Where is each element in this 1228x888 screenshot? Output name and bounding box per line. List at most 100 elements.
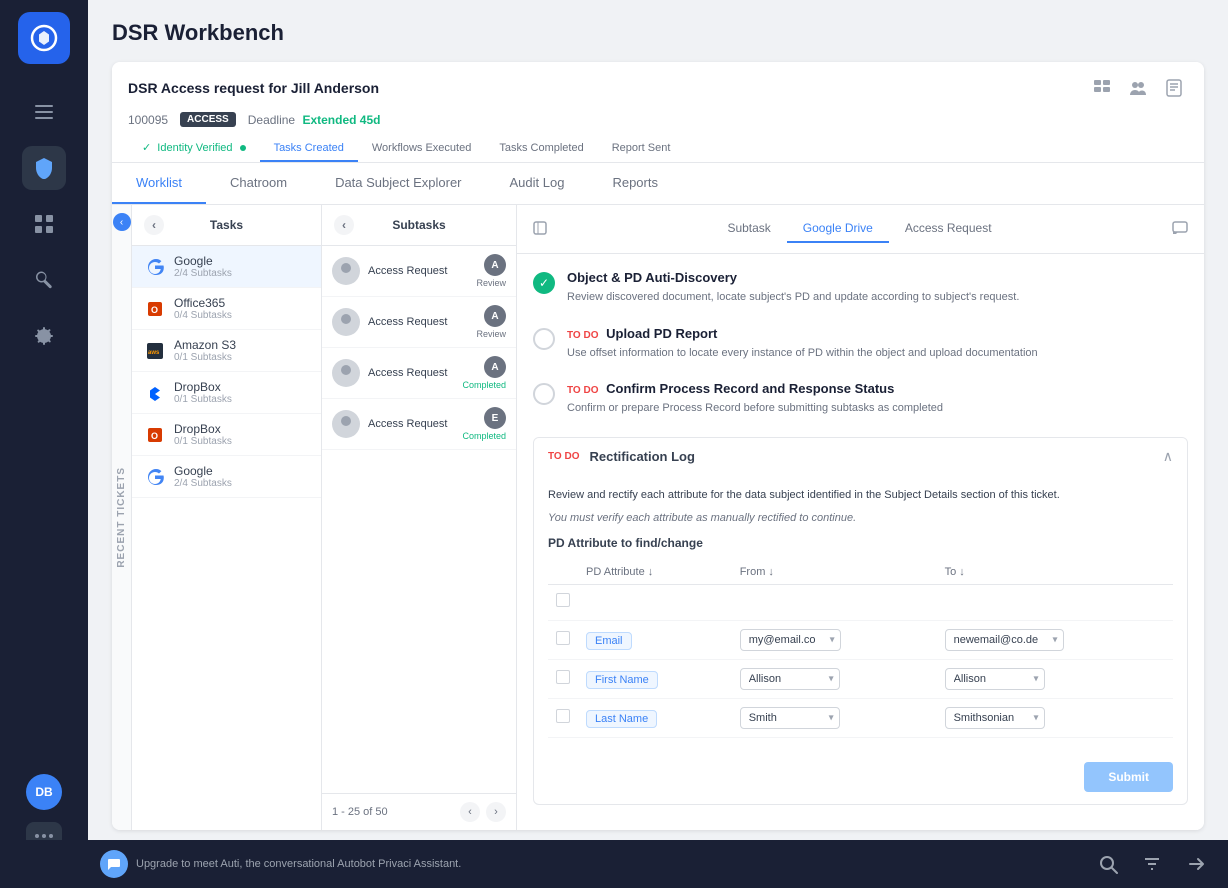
task-title: TO DO Upload PD Report (567, 326, 1188, 341)
from-select[interactable]: Allison (740, 668, 840, 690)
task-item[interactable]: DropBox 0/1 Subtasks (132, 372, 321, 414)
to-select[interactable]: newemail@co.de (945, 629, 1064, 651)
todo-label: TO DO (567, 385, 598, 396)
tab-chatroom[interactable]: Chatroom (206, 163, 311, 204)
upgrade-text: Upgrade to meet Auti, the conversational… (136, 858, 461, 870)
subtask-item[interactable]: Access Request A Review (322, 246, 516, 297)
subtask-info: Access Request (368, 316, 468, 328)
task-logo-office2: O (144, 424, 166, 446)
task-info: Office365 0/4 Subtasks (174, 296, 309, 321)
search-action-btn[interactable] (1092, 848, 1124, 880)
subtask-item[interactable]: Access Request E Completed (322, 399, 516, 450)
detail-header: Subtask Google Drive Access Request (517, 205, 1204, 254)
rect-title: Rectification Log (589, 449, 694, 464)
detail-tab-subtask[interactable]: Subtask (711, 215, 786, 243)
to-select[interactable]: Smithsonian (945, 707, 1045, 729)
task-item[interactable]: O DropBox 0/1 Subtasks (132, 414, 321, 456)
subtask-right: A Review (476, 254, 506, 288)
svg-text:O: O (151, 431, 158, 441)
subtask-right: A Completed (462, 356, 506, 390)
rect-header[interactable]: TO DO Rectification Log ∧ (534, 438, 1187, 475)
submit-button[interactable]: Submit (1084, 762, 1173, 792)
subtask-item[interactable]: Access Request A Completed (322, 348, 516, 399)
tab-audit-log[interactable]: Audit Log (486, 163, 589, 204)
task-info: Google 2/4 Subtasks (174, 254, 309, 279)
task-check-todo (533, 328, 555, 350)
row-checkbox[interactable] (556, 631, 570, 645)
to-select[interactable]: Allison (945, 668, 1045, 690)
collapse-button[interactable]: ‹ (113, 213, 131, 231)
task-logo-dropbox (144, 382, 166, 404)
rect-description: Review and rectify each attribute for th… (548, 487, 1173, 505)
progress-tabs: ✓ Identity Verified Tasks Created Workfl… (128, 135, 1188, 162)
task-item[interactable]: O Office365 0/4 Subtasks (132, 288, 321, 330)
detail-tab-access-request[interactable]: Access Request (889, 215, 1008, 243)
tab-data-subject[interactable]: Data Subject Explorer (311, 163, 485, 204)
task-item[interactable]: aws Amazon S3 0/1 Subtasks (132, 330, 321, 372)
dsr-title: DSR Access request for Jill Anderson (128, 80, 379, 96)
subtask-status: Review (476, 329, 506, 339)
sidebar-item-settings[interactable] (22, 314, 66, 358)
detail-expand (533, 221, 547, 238)
task-logo-office: O (144, 298, 166, 320)
svg-text:aws: aws (148, 350, 160, 356)
comment-icon[interactable] (1172, 221, 1188, 238)
subtask-badge: A (484, 254, 506, 276)
row-checkbox[interactable] (556, 593, 570, 607)
deadline-label: Deadline Extended 45d (248, 113, 381, 127)
task-info: Amazon S3 0/1 Subtasks (174, 338, 309, 363)
task-logo-aws: aws (144, 340, 166, 362)
from-select[interactable]: my@email.co (740, 629, 841, 651)
sidebar-item-grid[interactable] (22, 202, 66, 246)
task-check-done: ✓ (533, 272, 555, 294)
row-checkbox[interactable] (556, 670, 570, 684)
header-icon-user[interactable] (1088, 74, 1116, 102)
tab-worklist[interactable]: Worklist (112, 163, 206, 204)
app-logo (18, 12, 70, 64)
subtasks-nav-back[interactable]: ‹ (334, 215, 354, 235)
tasks-list: Google 2/4 Subtasks O Office365 0/4 Subt… (132, 246, 321, 830)
subtasks-pagination: 1 - 25 of 50 (332, 806, 388, 818)
header-icon-people[interactable] (1124, 74, 1152, 102)
subtasks-prev-btn[interactable]: ‹ (460, 802, 480, 822)
rectification-section: TO DO Rectification Log ∧ Review and rec… (533, 437, 1188, 806)
task-item[interactable]: Google 2/4 Subtasks (132, 246, 321, 288)
header-left: DSR Access request for Jill Anderson (128, 80, 379, 96)
progress-tab-tasks[interactable]: Tasks Created (260, 136, 358, 162)
filter-action-btn[interactable] (1136, 848, 1168, 880)
expand-icon[interactable] (533, 221, 547, 238)
subtask-item[interactable]: Access Request A Review (322, 297, 516, 348)
subtask-badge: A (484, 305, 506, 327)
task-card: TO DO Upload PD Report Use offset inform… (533, 326, 1188, 362)
page-title: DSR Workbench (112, 20, 1204, 46)
progress-tab-workflows[interactable]: Workflows Executed (358, 136, 485, 162)
body-layout: ‹ RECENT TICKETS ‹ Tasks (112, 205, 1204, 830)
task-title: TO DO Confirm Process Record and Respons… (567, 381, 1188, 396)
sidebar-menu-icon[interactable] (22, 90, 66, 134)
rect-todo-label: TO DO (548, 451, 579, 462)
arrow-action-btn[interactable] (1180, 848, 1212, 880)
tab-reports[interactable]: Reports (588, 163, 682, 204)
progress-tab-completed[interactable]: Tasks Completed (485, 136, 597, 162)
recent-tickets-bar[interactable]: ‹ RECENT TICKETS (112, 205, 132, 830)
sidebar-item-shield[interactable] (22, 146, 66, 190)
detail-tab-google-drive[interactable]: Google Drive (787, 215, 889, 243)
bottom-actions (1092, 848, 1212, 880)
from-select[interactable]: Smith (740, 707, 840, 729)
user-avatar[interactable]: DB (26, 774, 62, 810)
rect-collapse-icon[interactable]: ∧ (1163, 448, 1173, 465)
upgrade-message: Upgrade to meet Auti, the conversational… (100, 850, 461, 878)
task-item[interactable]: Google 2/4 Subtasks (132, 456, 321, 498)
table-row: First Name Allison (548, 660, 1173, 699)
row-checkbox[interactable] (556, 709, 570, 723)
attribute-tag: First Name (586, 671, 658, 689)
subtasks-next-btn[interactable]: › (486, 802, 506, 822)
todo-label: TO DO (567, 330, 598, 341)
subtask-info: Access Request (368, 418, 454, 430)
progress-tab-report[interactable]: Report Sent (598, 136, 685, 162)
progress-tab-identity[interactable]: ✓ Identity Verified (128, 135, 260, 162)
header-icon-document[interactable] (1160, 74, 1188, 102)
tasks-nav-back[interactable]: ‹ (144, 215, 164, 235)
subtask-info: Access Request (368, 265, 468, 277)
sidebar-item-tools[interactable] (22, 258, 66, 302)
